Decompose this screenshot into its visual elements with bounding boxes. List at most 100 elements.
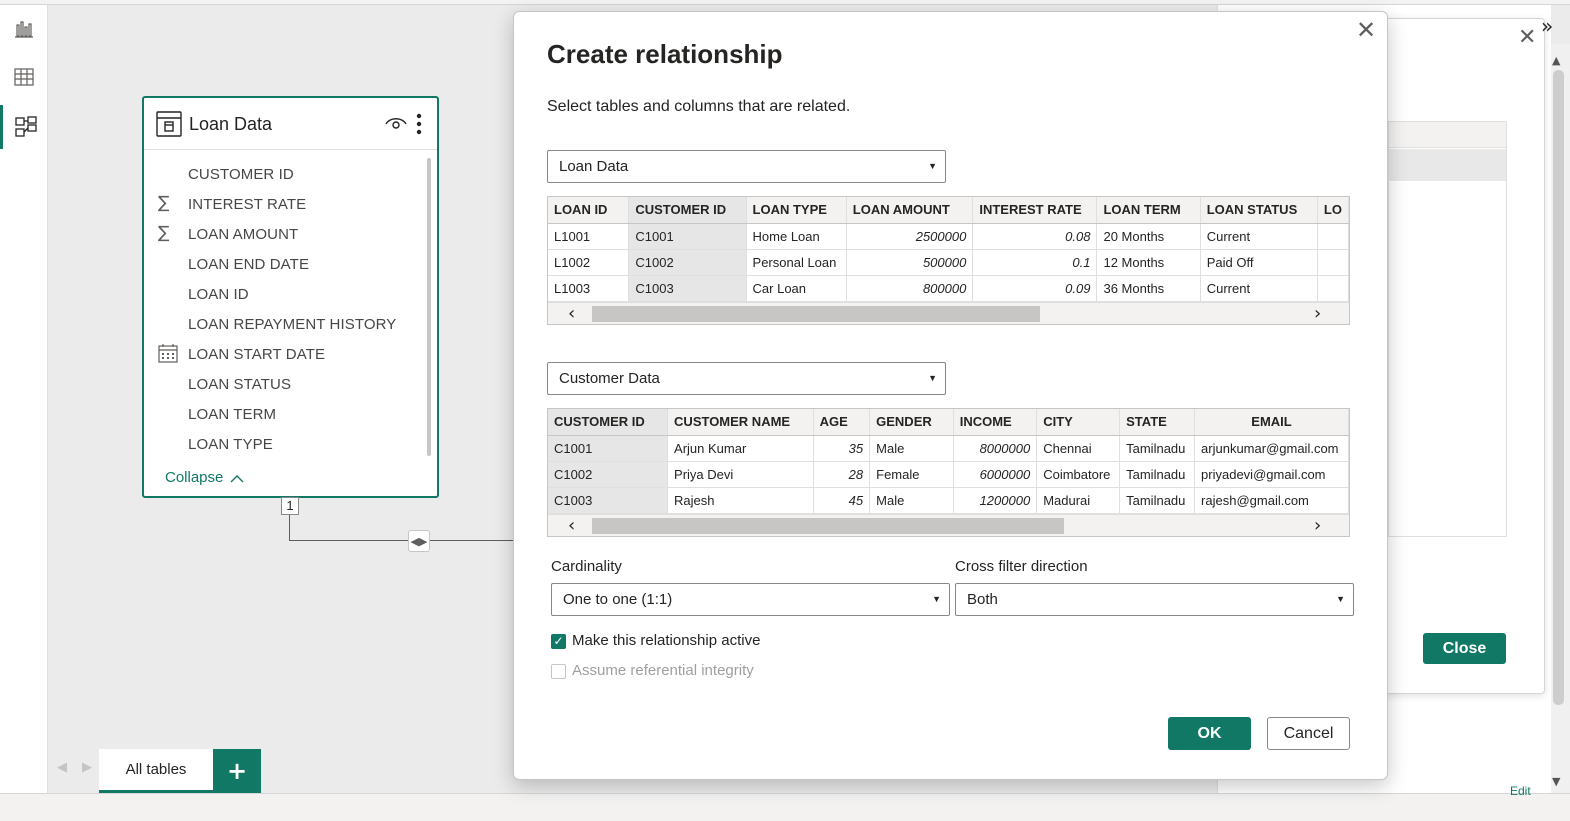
table-cell: 45 — [813, 487, 871, 514]
column-header[interactable]: LOAN TYPE — [746, 197, 847, 224]
field-list-scrollbar[interactable] — [427, 158, 431, 456]
cardinality-label: Cardinality — [551, 558, 622, 575]
table-cell: Tamilnadu — [1119, 461, 1196, 488]
scroll-right-icon[interactable]: › — [1314, 515, 1321, 536]
table-cell — [1317, 249, 1349, 276]
column-header[interactable]: CUSTOMER ID — [628, 197, 747, 224]
table-cell: 28 — [813, 461, 871, 488]
column-header[interactable]: LO — [1317, 197, 1349, 224]
model-view-icon[interactable] — [0, 105, 48, 149]
column-header[interactable]: CUSTOMER NAME — [667, 409, 814, 436]
table-cell: Chennai — [1036, 435, 1121, 462]
cardinality-select[interactable]: One to one (1:1) ▼ — [551, 583, 950, 616]
table-cell: Madurai — [1036, 487, 1121, 514]
table-row: L1003 C1003 Car Loan 800000 0.09 36 Mont… — [548, 275, 1349, 302]
referential-integrity-checkbox[interactable] — [551, 664, 566, 679]
table-view-icon[interactable] — [0, 55, 48, 99]
table-cell: Male — [869, 435, 954, 462]
view-rail — [0, 5, 48, 793]
close-button[interactable]: Close — [1423, 633, 1506, 664]
scroll-left-icon[interactable]: ‹ — [568, 515, 575, 536]
table-cell: Car Loan — [746, 275, 847, 302]
more-options-icon[interactable] — [416, 113, 422, 139]
table2-select-value: Customer Data — [559, 370, 660, 387]
column-header[interactable]: LOAN ID — [548, 197, 630, 224]
table2-horizontal-scrollbar[interactable]: ‹ › — [548, 514, 1349, 536]
table2-preview-grid[interactable]: CUSTOMER ID CUSTOMER NAME AGE GENDER INC… — [547, 408, 1350, 537]
table1-horizontal-scrollbar[interactable]: ‹ › — [548, 302, 1349, 324]
scroll-down-icon[interactable]: ▼ — [1552, 775, 1560, 788]
scroll-up-icon[interactable]: ▲ — [1552, 54, 1560, 67]
column-header[interactable]: INCOME — [953, 409, 1038, 436]
field-item[interactable]: CUSTOMER ID — [188, 166, 294, 183]
table-cell: 1200000 — [953, 487, 1038, 514]
field-item[interactable]: LOAN START DATE — [188, 346, 325, 363]
scrollbar-thumb[interactable] — [592, 306, 1040, 322]
active-label: Make this relationship active — [572, 632, 761, 649]
field-item[interactable]: LOAN TERM — [188, 406, 276, 423]
field-item[interactable]: LOAN ID — [188, 286, 249, 303]
bidirectional-arrow-icon[interactable]: ◀▶ — [408, 530, 430, 552]
collapse-button[interactable]: Collapse — [165, 469, 244, 487]
table-cell — [1317, 223, 1349, 250]
tab-all-tables[interactable]: All tables — [99, 749, 213, 793]
table-cell: Male — [869, 487, 954, 514]
collapse-label: Collapse — [165, 469, 224, 486]
dialog-title: Create relationship — [547, 39, 783, 69]
edit-link[interactable]: Edit — [1510, 784, 1531, 798]
active-checkbox[interactable]: ✓ — [551, 634, 566, 649]
report-view-icon[interactable] — [0, 7, 48, 51]
table1-preview-grid[interactable]: LOAN ID CUSTOMER ID LOAN TYPE LOAN AMOUN… — [547, 196, 1350, 325]
table-icon — [156, 111, 182, 141]
column-header[interactable]: LOAN AMOUNT — [846, 197, 974, 224]
table-card-header: Loan Data — [144, 98, 437, 150]
column-header[interactable]: GENDER — [869, 409, 954, 436]
relationships-list-row[interactable] — [1389, 149, 1506, 181]
scroll-left-icon[interactable]: ‹ — [568, 303, 575, 324]
table-cell: Priya Devi — [667, 461, 814, 488]
column-header[interactable]: LOAN STATUS — [1200, 197, 1318, 224]
table-card-loan-data[interactable]: Loan Data CUSTOMER ID ∑ INTEREST RATE ∑ … — [142, 96, 439, 498]
column-header[interactable]: EMAIL — [1194, 409, 1349, 436]
expand-pane-icon[interactable]: » — [1541, 14, 1553, 38]
cross-filter-select[interactable]: Both ▼ — [955, 583, 1354, 616]
table-cell: 800000 — [846, 275, 974, 302]
close-icon[interactable]: ✕ — [1518, 25, 1536, 50]
field-item[interactable]: INTEREST RATE — [188, 196, 306, 213]
relationship-line[interactable] — [289, 540, 515, 541]
field-item[interactable]: LOAN REPAYMENT HISTORY — [188, 316, 396, 333]
add-layout-button[interactable]: + — [213, 749, 261, 793]
cancel-button[interactable]: Cancel — [1267, 717, 1350, 750]
scroll-right-icon[interactable]: › — [1314, 303, 1321, 324]
column-header[interactable]: AGE — [813, 409, 871, 436]
calendar-icon — [158, 344, 178, 367]
table-cell: 500000 — [846, 249, 974, 276]
tab-prev-icon[interactable]: ◀ — [57, 760, 67, 775]
column-header[interactable]: STATE — [1119, 409, 1196, 436]
field-item[interactable]: LOAN AMOUNT — [188, 226, 298, 243]
vertical-scrollbar-thumb[interactable] — [1553, 70, 1564, 705]
column-header[interactable]: LOAN TERM — [1096, 197, 1201, 224]
tab-next-icon[interactable]: ▶ — [82, 760, 92, 775]
column-header[interactable]: CITY — [1036, 409, 1121, 436]
scrollbar-thumb[interactable] — [592, 518, 1064, 534]
table-cell: 8000000 — [953, 435, 1038, 462]
table-cell — [1317, 275, 1349, 302]
cardinality-value: One to one (1:1) — [563, 591, 673, 608]
table2-select[interactable]: Customer Data ▼ — [547, 362, 946, 395]
column-header[interactable]: INTEREST RATE — [972, 197, 1098, 224]
table-cell: priyadevi@gmail.com — [1194, 461, 1349, 488]
table-row: L1001 C1001 Home Loan 2500000 0.08 20 Mo… — [548, 223, 1349, 250]
table-cell: Paid Off — [1200, 249, 1318, 276]
field-item[interactable]: LOAN END DATE — [188, 256, 309, 273]
ok-button[interactable]: OK — [1168, 717, 1251, 750]
column-header[interactable]: CUSTOMER ID — [548, 409, 669, 436]
table-cell: Tamilnadu — [1119, 487, 1196, 514]
relationship-line[interactable] — [289, 515, 290, 541]
table-cell: 12 Months — [1096, 249, 1201, 276]
table1-select[interactable]: Loan Data ▼ — [547, 150, 946, 183]
eye-icon[interactable] — [385, 115, 407, 135]
field-item[interactable]: LOAN TYPE — [188, 436, 273, 453]
field-item[interactable]: LOAN STATUS — [188, 376, 291, 393]
close-icon[interactable]: ✕ — [1356, 16, 1376, 44]
